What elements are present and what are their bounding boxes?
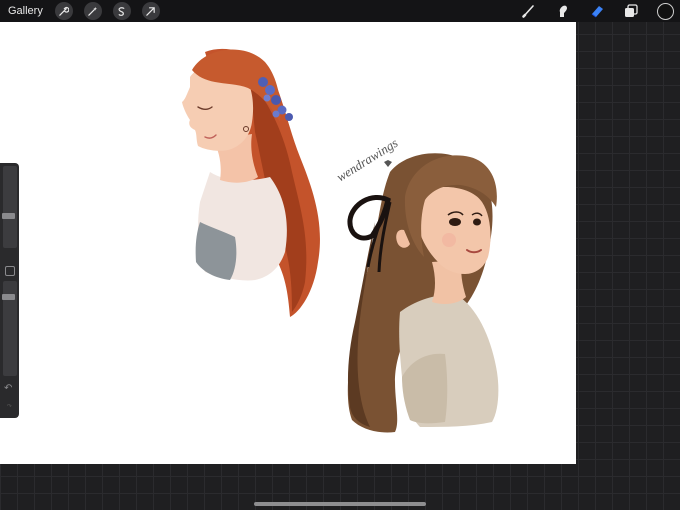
redo-button[interactable]: ↷: [7, 403, 12, 410]
eraser-icon[interactable]: [589, 3, 605, 19]
smudge-icon[interactable]: [555, 3, 571, 19]
opacity-thumb[interactable]: [2, 294, 15, 301]
drawing-canvas[interactable]: wendrawings: [0, 22, 576, 464]
red-haired-girl-illustration: [182, 48, 320, 318]
top-toolbar: Gallery: [0, 0, 680, 22]
undo-button[interactable]: ↶: [4, 383, 12, 394]
magic-wand-icon[interactable]: [83, 2, 102, 20]
brush-icon[interactable]: [521, 3, 537, 19]
brush-size-slider[interactable]: [3, 166, 17, 248]
brown-haired-girl-illustration: [347, 153, 499, 433]
gallery-button[interactable]: Gallery: [8, 5, 43, 17]
right-toolset: [521, 0, 680, 22]
color-picker-swatch[interactable]: [657, 2, 674, 20]
selection-icon[interactable]: [112, 2, 131, 20]
home-indicator: [254, 502, 426, 506]
transform-arrow-icon[interactable]: [141, 2, 160, 20]
left-sidebar: ↶ ↷: [0, 163, 19, 418]
layers-icon[interactable]: [623, 3, 639, 19]
brush-size-thumb[interactable]: [2, 213, 15, 220]
wrench-icon[interactable]: [54, 2, 73, 20]
modify-button[interactable]: [5, 266, 15, 276]
artwork: wendrawings: [182, 48, 499, 433]
